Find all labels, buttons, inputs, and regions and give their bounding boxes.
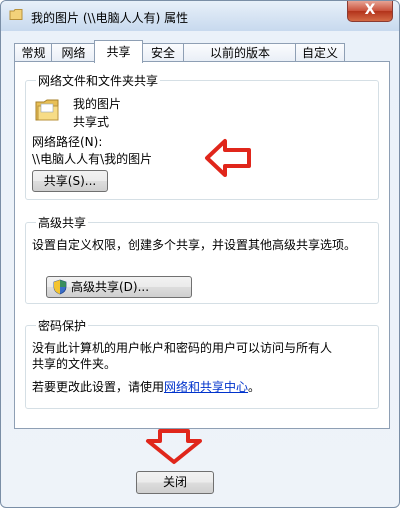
advanced-sharing-label: 高级共享(D)...: [71, 280, 150, 294]
tab-security[interactable]: 安全: [141, 43, 185, 62]
network-sharing-center-link[interactable]: 网络和共享中心: [164, 380, 248, 394]
close-button[interactable]: 关闭: [136, 471, 214, 494]
password-protection-group: 密码保护 没有此计算机的用户帐户和密码的用户可以访问与所有人 共享的文件夹。 若…: [25, 317, 379, 409]
shield-icon: [53, 279, 67, 295]
password-description-line2: 共享的文件夹。: [32, 357, 117, 371]
network-path-value: \\电脑人人有\我的图片: [32, 152, 153, 166]
share-button[interactable]: 共享(S)...: [32, 170, 108, 192]
tab-network[interactable]: 网络: [51, 43, 96, 62]
window-title: 我的图片 (\\电脑人人有) 属性: [31, 11, 189, 25]
properties-window: 我的图片 (\\电脑人人有) 属性 X 常规 网络 共享 安全 以前的版本 自定…: [0, 0, 400, 508]
tab-previous-versions[interactable]: 以前的版本: [183, 43, 297, 62]
advanced-sharing-button[interactable]: 高级共享(D)...: [46, 276, 192, 298]
folder-status: 共享式: [73, 115, 110, 129]
password-protection-title: 密码保护: [36, 317, 89, 334]
advanced-sharing-group: 高级共享 设置自定义权限，创建多个共享，并设置其他高级共享选项。 高级共享(D)…: [25, 214, 379, 304]
folder-icon: [9, 9, 23, 20]
advanced-sharing-title: 高级共享: [36, 214, 89, 231]
folder-name: 我的图片: [73, 97, 122, 111]
down-arrow-icon: [146, 429, 202, 464]
change-setting-prefix: 若要更改此设置，请使用: [32, 380, 165, 394]
password-description-line1: 没有此计算机的用户帐户和密码的用户可以访问与所有人: [32, 341, 333, 355]
tab-customize[interactable]: 自定义: [295, 43, 345, 62]
network-sharing-group: 网络文件和文件夹共享 我的图片 共享式 网络路径(N): \\电脑人人有\我的图…: [25, 72, 379, 200]
network-path-label: 网络路径(N):: [32, 135, 103, 149]
change-setting-suffix: 。: [248, 380, 261, 394]
advanced-sharing-description: 设置自定义权限，创建多个共享，并设置其他高级共享选项。: [32, 238, 357, 252]
sharing-panel: 网络文件和文件夹共享 我的图片 共享式 网络路径(N): \\电脑人人有\我的图…: [14, 61, 390, 429]
tab-strip: 常规 网络 共享 安全 以前的版本 自定义: [14, 40, 390, 63]
close-icon[interactable]: X: [347, 1, 393, 22]
tab-general[interactable]: 常规: [14, 43, 53, 62]
tab-sharing[interactable]: 共享: [94, 40, 143, 63]
left-arrow-icon: [205, 139, 251, 177]
network-sharing-title: 网络文件和文件夹共享: [36, 72, 161, 89]
folder-icon: [35, 99, 59, 121]
title-bar[interactable]: 我的图片 (\\电脑人人有) 属性 X: [1, 1, 399, 31]
change-setting-text: 若要更改此设置，请使用网络和共享中心。: [32, 378, 260, 395]
